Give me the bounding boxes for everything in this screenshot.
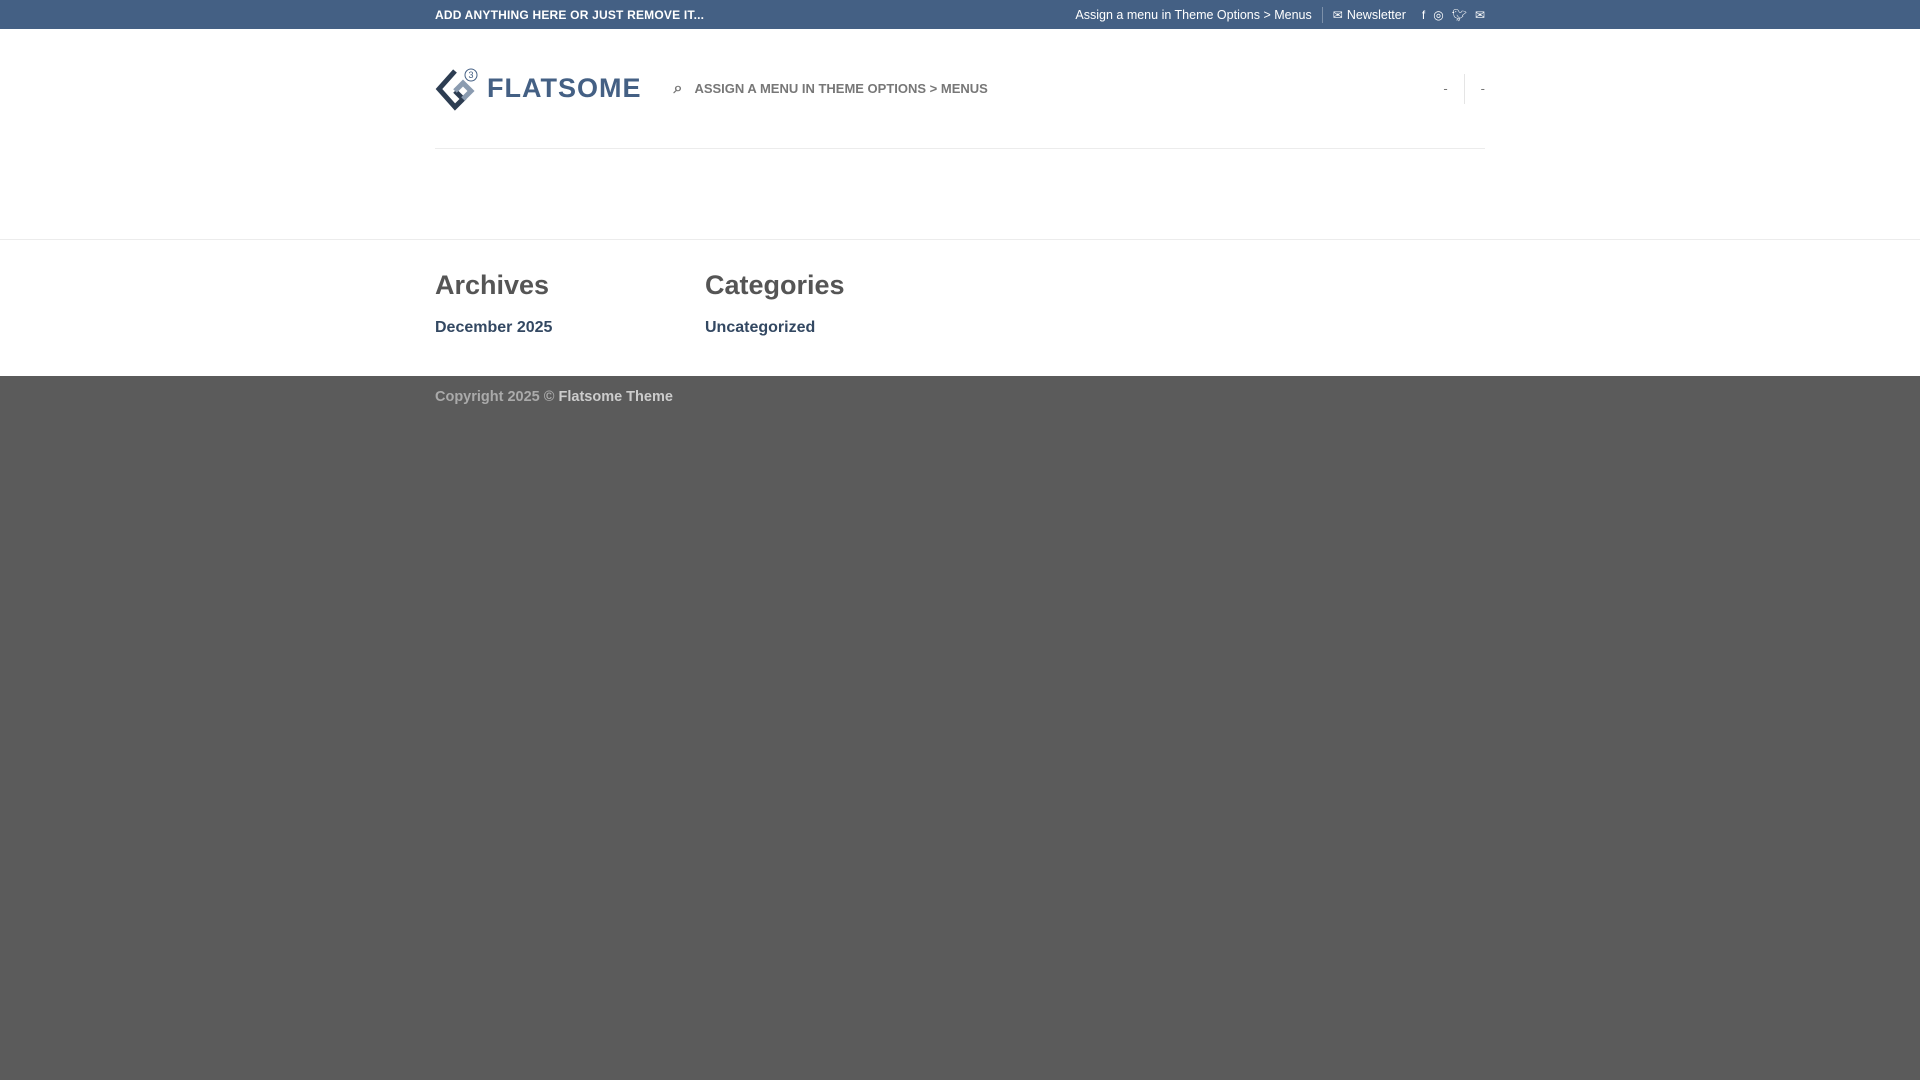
footer-brand: Flatsome Theme [558,389,673,405]
copyright: Copyright 2025 © Flatsome Theme [435,389,673,405]
header-item-1[interactable]: - [1443,81,1447,96]
divider [1321,6,1323,23]
envelope-icon[interactable]: ✉ [1475,8,1485,22]
logo[interactable]: 3 FLATSOME [435,67,641,111]
logo-icon: 3 [435,68,478,111]
logo-text: FLATSOME [487,73,642,103]
content-area [0,149,1920,240]
top-bar-text: ADD ANYTHING HERE OR JUST REMOVE IT... [435,7,705,22]
header: 3 FLATSOME ⌕ ASSIGN A MENU IN THEME OPTI… [0,29,1920,149]
top-menu-hint[interactable]: Assign a menu in Theme Options > Menus [1075,8,1311,22]
widget-title: Categories [705,270,845,300]
widget-title: Archives [435,270,550,300]
envelope-icon: ✉ [1332,7,1343,22]
search-icon[interactable]: ⌕ [673,80,682,98]
twitter-icon[interactable]: 🐦︎ [1452,8,1467,22]
newsletter-link[interactable]: ✉ Newsletter [1333,8,1406,22]
archive-link[interactable]: December 2025 [435,319,552,336]
footer-widgets: Archives December 2025 Categories Uncate… [0,240,1920,376]
top-bar: ADD ANYTHING HERE OR JUST REMOVE IT... A… [0,0,1920,29]
archives-widget: Archives December 2025 [435,240,705,376]
categories-widget: Categories Uncategorized [705,240,975,376]
divider [1463,73,1465,104]
nav-menu-hint[interactable]: ASSIGN A MENU IN THEME OPTIONS > MENUS [694,81,987,96]
svg-text:3: 3 [469,70,474,80]
facebook-icon[interactable]: f [1422,8,1425,22]
category-link[interactable]: Uncategorized [705,319,815,336]
header-item-2[interactable]: - [1481,81,1485,96]
instagram-icon[interactable]: ◎ [1433,8,1443,22]
